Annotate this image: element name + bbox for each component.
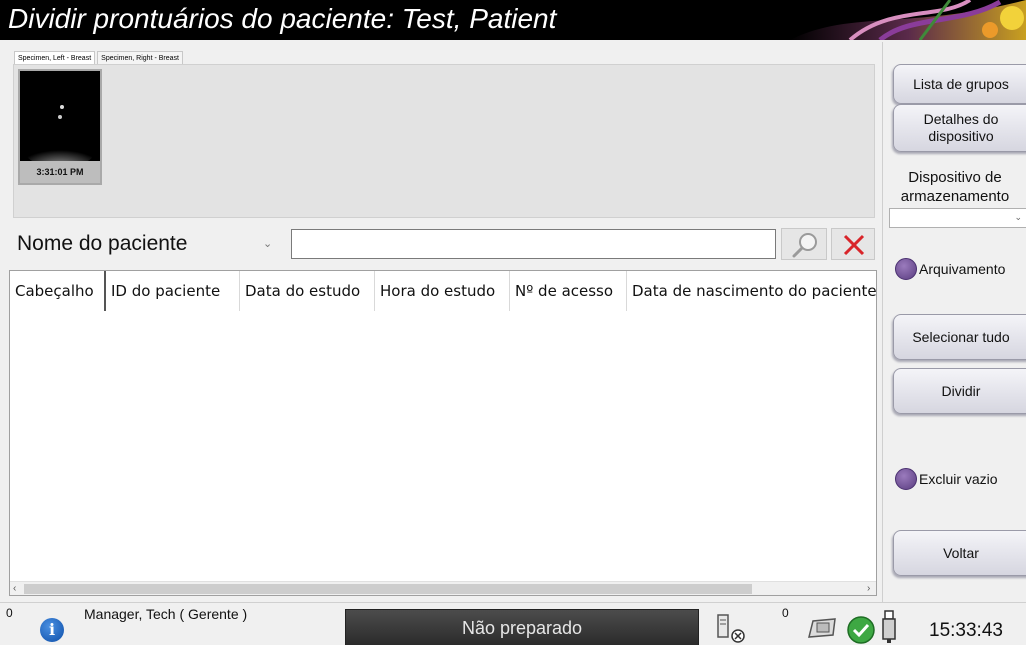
search-button[interactable] — [781, 228, 827, 260]
back-button[interactable]: Voltar — [893, 530, 1026, 576]
queue-count: 0 — [782, 606, 789, 620]
status-bar: 0 i Manager, Tech ( Gerente ) Não prepar… — [0, 602, 1026, 645]
series-tabs: Specimen, Left - Breast Specimen, Right … — [14, 51, 185, 65]
select-all-button[interactable]: Selecionar tudo — [893, 314, 1026, 360]
chevron-down-icon: ⌄ — [1014, 212, 1022, 222]
image-thumbnail[interactable]: 3:31:01 PM — [18, 69, 102, 185]
thumbnail-panel: 3:31:01 PM — [13, 64, 875, 218]
chevron-down-icon: ⌄ — [263, 238, 273, 250]
clock: 15:33:43 — [929, 620, 1003, 641]
alert-count: 0 — [6, 606, 13, 620]
search-field-label: Nome do paciente — [17, 232, 188, 255]
media-device-icon[interactable] — [803, 613, 841, 645]
flower-art-banner — [790, 0, 1026, 40]
patient-table: Cabeçalho ID do paciente Data do estudo … — [9, 270, 877, 596]
scroll-right-icon[interactable]: › — [867, 582, 870, 595]
group-list-button[interactable]: Lista de grupos — [893, 64, 1026, 104]
search-input[interactable] — [291, 229, 776, 259]
clear-button[interactable] — [831, 228, 875, 260]
radio-dot-icon — [895, 258, 917, 280]
window-title: Dividir prontuários do paciente: Test, P… — [8, 3, 557, 34]
thumbnail-time: 3:31:01 PM — [20, 161, 100, 183]
storage-device-select[interactable]: ⌄ — [889, 208, 1026, 228]
archive-label: Arquivamento — [919, 261, 1006, 277]
split-button[interactable]: Dividir — [893, 368, 1026, 414]
column-header[interactable]: Cabeçalho — [10, 271, 106, 311]
app-window: Dividir prontuários do paciente: Test, P… — [0, 0, 1026, 645]
system-state: Não preparado — [345, 609, 699, 645]
storage-device-label: Dispositivo de armazenamento — [900, 169, 1010, 205]
right-sidebar: Lista de grupos Detalhes do dispositivo … — [882, 42, 1026, 602]
search-field-select[interactable]: Nome do paciente ⌄ — [13, 229, 285, 259]
archive-radio[interactable]: Arquivamento — [895, 258, 1005, 280]
delete-empty-radio[interactable]: Excluir vazio — [895, 468, 998, 490]
horizontal-scrollbar[interactable]: ‹ › — [10, 581, 876, 595]
column-study-date[interactable]: Data do estudo — [240, 271, 375, 311]
info-icon[interactable]: i — [40, 618, 64, 642]
close-icon — [843, 234, 865, 256]
current-user[interactable]: Manager, Tech ( Gerente ) — [84, 606, 247, 622]
column-birth-date[interactable]: Data de nascimento do paciente — [627, 271, 876, 311]
network-disconnected-icon[interactable] — [712, 613, 748, 645]
tab-specimen-left[interactable]: Specimen, Left - Breast — [14, 51, 96, 65]
radio-dot-icon — [895, 468, 917, 490]
specimen-image — [20, 71, 100, 167]
device-details-button[interactable]: Detalhes do dispositivo — [893, 104, 1026, 152]
column-accession[interactable]: Nº de acesso — [510, 271, 627, 311]
scrollbar-thumb[interactable] — [24, 584, 752, 594]
delete-empty-label: Excluir vazio — [919, 471, 998, 487]
column-patient-id[interactable]: ID do paciente — [106, 271, 240, 311]
magnifier-icon — [792, 233, 817, 258]
status-ok-icon[interactable] — [846, 615, 876, 645]
title-bar: Dividir prontuários do paciente: Test, P… — [0, 0, 1026, 40]
usb-drive-icon[interactable] — [879, 609, 899, 645]
scroll-left-icon[interactable]: ‹ — [13, 582, 16, 595]
tab-specimen-right[interactable]: Specimen, Right - Breast — [97, 51, 183, 65]
table-header: Cabeçalho ID do paciente Data do estudo … — [10, 271, 876, 311]
column-study-time[interactable]: Hora do estudo — [375, 271, 510, 311]
